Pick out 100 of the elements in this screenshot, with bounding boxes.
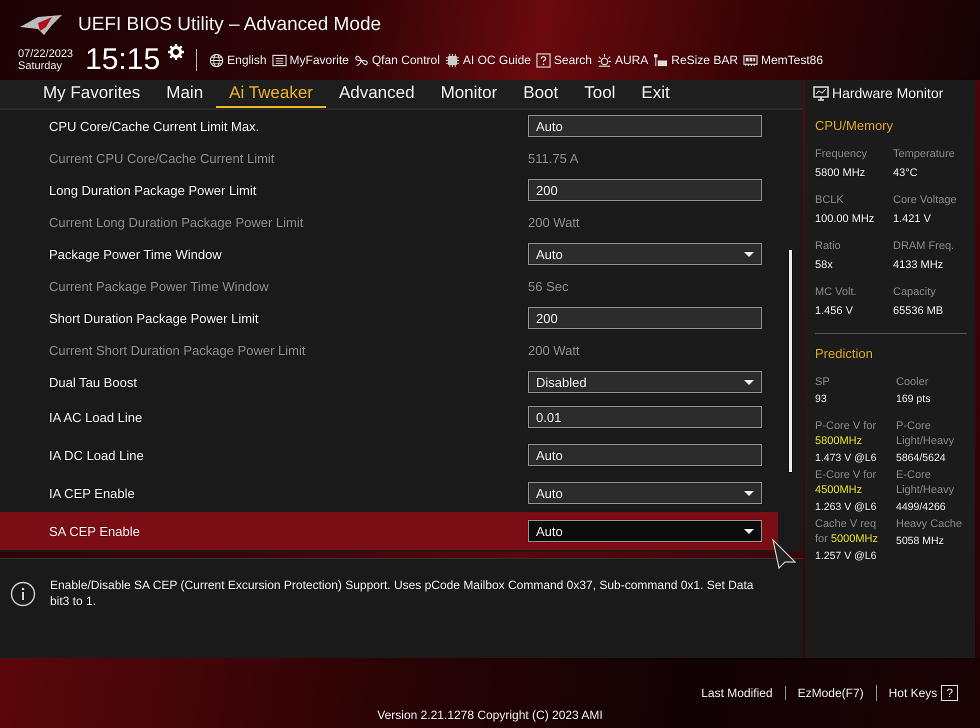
setting-row[interactable]: Current Long Duration Package Power Limit 200 Watt <box>0 206 778 238</box>
dropdown[interactable]: Auto <box>528 482 762 504</box>
menu-tab[interactable]: Monitor <box>428 80 510 108</box>
setting-row[interactable]: Long Duration Package Power Limit 200 <box>0 174 778 206</box>
window-title: UEFI BIOS Utility – Advanced Mode <box>78 14 382 36</box>
setting-label: IA CEP Enable <box>49 486 136 500</box>
metric-label: SP <box>815 375 831 390</box>
setting-value: 200 Watt <box>528 214 580 230</box>
setting-label: CPU Core/Cache Current Limit Max. <box>49 118 260 134</box>
caret-icon <box>744 380 754 384</box>
toolbar-button[interactable]: Search <box>536 52 592 68</box>
version-text: Version 2.21.1278 Copyright (C) 2023 AMI <box>377 708 603 722</box>
setting-label: Current CPU Core/Cache Current Limit <box>49 150 276 166</box>
setting-row[interactable]: Current Short Duration Package Power Limit 200 Watt <box>0 334 778 366</box>
light-icon <box>596 52 612 68</box>
metric-label: E-Core Light/Heavy <box>896 468 956 498</box>
metric-value: 4133 MHz <box>893 258 944 273</box>
menu-tab[interactable]: Advanced <box>326 80 428 108</box>
dropdown[interactable]: Auto <box>528 243 762 265</box>
dropdown[interactable]: Auto <box>528 520 762 542</box>
menu-tab[interactable]: Ai Tweaker <box>216 80 326 108</box>
section-title: Prediction <box>815 346 874 361</box>
setting-row[interactable]: SA CEP Enable Auto <box>0 512 778 550</box>
setting-label: Current Package Power Time Window <box>49 278 270 294</box>
setting-label: Current Short Duration Package Power Limit <box>49 342 307 358</box>
settings-icon[interactable] <box>168 44 184 60</box>
setting-label: Long Duration Package Power Limit <box>49 182 258 198</box>
info-icon <box>10 581 36 607</box>
metric-label: Ratio <box>815 239 842 254</box>
metric-label: DRAM Freq. <box>893 239 956 254</box>
setting-label: Short Duration Package Power Limit <box>49 310 260 326</box>
dropdown[interactable]: Disabled <box>528 371 762 393</box>
input-field[interactable]: Auto <box>528 115 762 137</box>
weekday-text: Saturday <box>18 60 64 72</box>
setting-row[interactable]: Current Package Power Time Window 56 Sec <box>0 270 778 302</box>
metric-value: 5058 MHz <box>896 534 945 549</box>
scrollbar[interactable] <box>789 250 792 472</box>
metric-value: 43°C <box>893 166 919 181</box>
key-icon: ? <box>941 685 958 701</box>
caret-icon <box>744 528 754 534</box>
help-text: Enable/Disable SA CEP (Current Excursion Protection) Support. Uses pCode Mailbox Command 0x37, Sub-command 0x1. Set Data bit3 to 1. <box>50 577 754 610</box>
input-field[interactable]: Auto <box>528 444 762 466</box>
section-title: CPU/Memory <box>815 118 894 133</box>
metric-value: 1.456 V <box>815 304 854 319</box>
metric-label: P-Core Light/Heavy <box>896 419 956 449</box>
input-field[interactable]: 200 <box>528 179 762 201</box>
toolbar-button[interactable]: AURA <box>596 52 648 68</box>
menu-tab[interactable]: Boot <box>510 80 572 108</box>
setting-label: Current Long Duration Package Power Limit <box>49 214 304 230</box>
metric-label: Temperature <box>893 147 956 162</box>
setting-row[interactable]: Current CPU Core/Cache Current Limit 511.75 A <box>0 142 778 174</box>
input-field[interactable]: 0.01 <box>528 406 762 428</box>
toolbar-button[interactable]: MemTest86 <box>743 52 824 68</box>
metric-label: Heavy Cache <box>896 517 964 532</box>
metric-label: Cache V req for 5000MHz <box>815 517 879 547</box>
input-field[interactable]: 200 <box>528 307 762 329</box>
setting-label: Package Power Time Window <box>49 246 223 262</box>
menu-tab[interactable]: Main <box>153 80 216 108</box>
metric-label: Capacity <box>893 285 937 300</box>
metric-value: 5864/5624 <box>896 451 947 466</box>
setting-row[interactable]: IA DC Load Line Auto <box>0 436 778 474</box>
setting-row[interactable]: CPU Core/Cache Current Limit Max. Auto <box>0 110 778 142</box>
menu-tab[interactable]: My Favorites <box>30 80 154 108</box>
toolbar-button[interactable]: ReSize BAR <box>653 52 738 68</box>
list-icon <box>272 52 286 68</box>
setting-row[interactable]: IA CEP Enable Auto <box>0 474 778 512</box>
metric-value: 4499/4266 <box>896 500 947 515</box>
setting-row[interactable]: IA AC Load Line 0.01 <box>0 398 778 436</box>
setting-row[interactable]: Short Duration Package Power Limit 200 <box>0 302 778 334</box>
metric-label: Core Voltage <box>893 193 958 208</box>
setting-row[interactable]: Package Power Time Window Auto <box>0 238 778 270</box>
setting-label: Dual Tau Boost <box>49 374 138 390</box>
toolbar-button[interactable]: AI OC Guide <box>444 52 531 68</box>
setting-value: 56 Sec <box>528 278 568 294</box>
footer-button[interactable]: Last Modified <box>689 686 785 700</box>
metric-value: 65536 MB <box>893 304 944 319</box>
date-text: 07/22/2023 <box>18 48 74 60</box>
panel-title: Hardware Monitor <box>832 85 944 101</box>
toolbar-button[interactable]: MyFavorite <box>272 52 349 68</box>
metric-label: Cooler <box>896 375 930 390</box>
metric-label: Frequency <box>815 147 868 162</box>
menu-tab[interactable]: Exit <box>628 80 683 108</box>
metric-value: 1.257 V @L6 <box>815 549 878 564</box>
metric-label: E-Core V for 4500MHz <box>815 468 878 498</box>
metric-value: 169 pts <box>896 392 932 407</box>
menu-tab[interactable]: Tool <box>571 80 628 108</box>
caret-icon <box>744 252 754 256</box>
metric-value: 5800 MHz <box>815 166 866 181</box>
toolbar-button[interactable]: English <box>209 52 266 68</box>
card-icon <box>653 52 668 68</box>
chip-icon <box>444 52 460 68</box>
setting-label: SA CEP Enable <box>49 524 141 538</box>
setting-row[interactable]: Dual Tau Boost Disabled <box>0 366 778 398</box>
footer-button[interactable]: EzMode(F7) <box>784 686 876 700</box>
toolbar-button[interactable]: Qfan Control <box>354 52 440 68</box>
setting-label: IA DC Load Line <box>49 448 145 462</box>
metric-value: 100.00 MHz <box>815 212 876 227</box>
metric-label: MC Volt. <box>815 285 858 300</box>
metric-value: 93 <box>815 392 828 407</box>
footer-button[interactable]: Hot Keys ? <box>876 685 970 701</box>
